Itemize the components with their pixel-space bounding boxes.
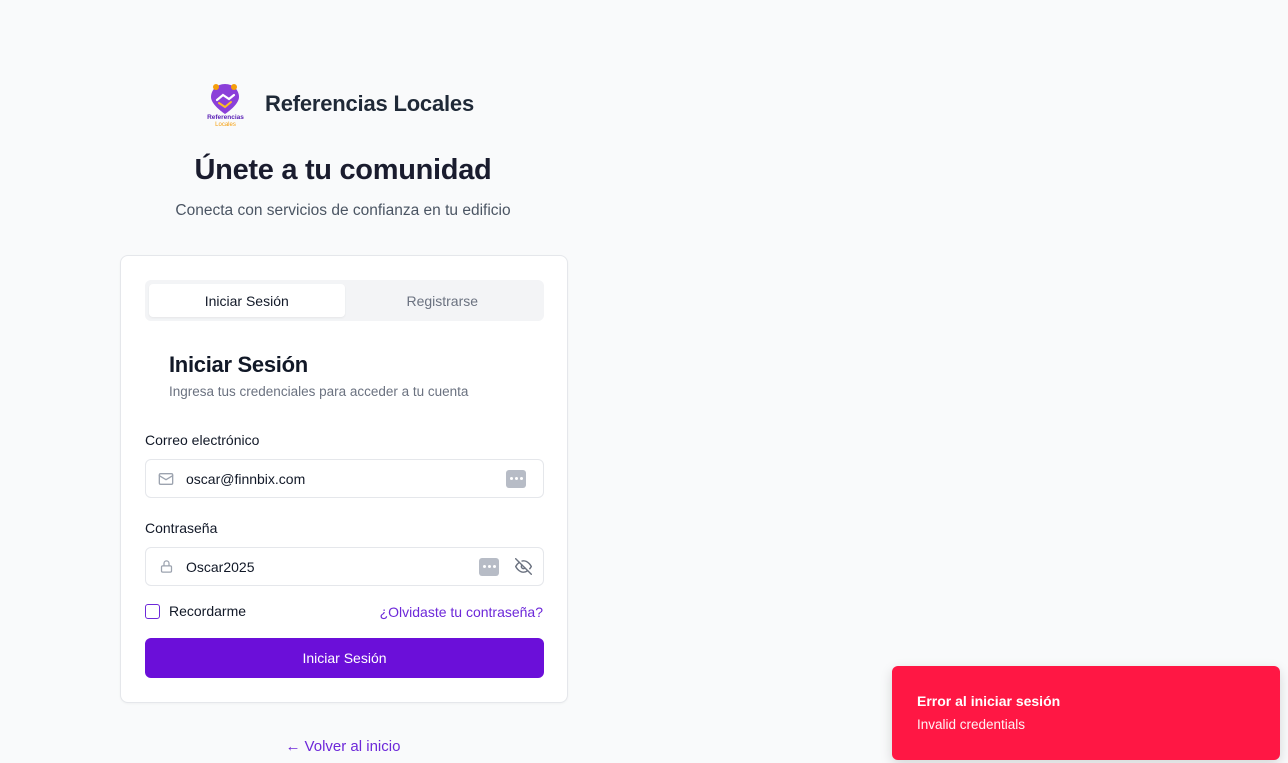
remember-checkbox[interactable] (145, 603, 160, 619)
brand-name: Referencias Locales (265, 91, 474, 116)
brand-header: Referencias Locales Referencias Locales (203, 80, 474, 128)
lock-icon (146, 559, 186, 574)
brand-logo: Referencias Locales (203, 80, 248, 128)
arrow-left-icon: ← (285, 738, 301, 755)
tab-login[interactable]: Iniciar Sesión (149, 284, 345, 317)
hero-title: Únete a tu comunidad (194, 154, 492, 186)
form-title: Iniciar Sesión (169, 352, 308, 377)
email-input[interactable] (186, 470, 506, 487)
error-toast: Error al iniciar sesión Invalid credenti… (892, 666, 1280, 760)
password-input[interactable] (186, 558, 479, 575)
eye-off-icon[interactable] (515, 558, 532, 575)
form-subtitle: Ingresa tus credenciales para acceder a … (169, 384, 469, 399)
email-field-wrapper (145, 459, 544, 498)
password-manager-icon[interactable] (479, 557, 499, 576)
toast-title: Error al iniciar sesión (917, 693, 1061, 709)
mail-icon (146, 471, 186, 487)
back-home-label: Volver al inicio (304, 738, 401, 755)
forgot-password-link[interactable]: ¿Olvidaste tu contraseña? (380, 604, 543, 620)
toast-message: Invalid credentials (917, 717, 1026, 732)
password-field-wrapper (145, 547, 544, 586)
hero-subtitle: Conecta con servicios de confianza en tu… (175, 202, 511, 219)
login-submit-button[interactable]: Iniciar Sesión (145, 638, 544, 678)
auth-card: Iniciar Sesión Registrarse Iniciar Sesió… (120, 255, 568, 703)
svg-text:Locales: Locales (215, 122, 236, 128)
remember-label: Recordarme (169, 603, 247, 619)
tab-register[interactable]: Registrarse (345, 284, 541, 317)
svg-text:Referencias: Referencias (207, 114, 244, 121)
password-manager-icon[interactable] (506, 469, 526, 488)
password-label: Contraseña (145, 520, 218, 536)
remember-me[interactable]: Recordarme (145, 603, 246, 619)
back-home-link[interactable]: ← Volver al inicio (0, 738, 686, 755)
email-label: Correo electrónico (145, 432, 260, 448)
auth-tabs: Iniciar Sesión Registrarse (145, 280, 544, 321)
